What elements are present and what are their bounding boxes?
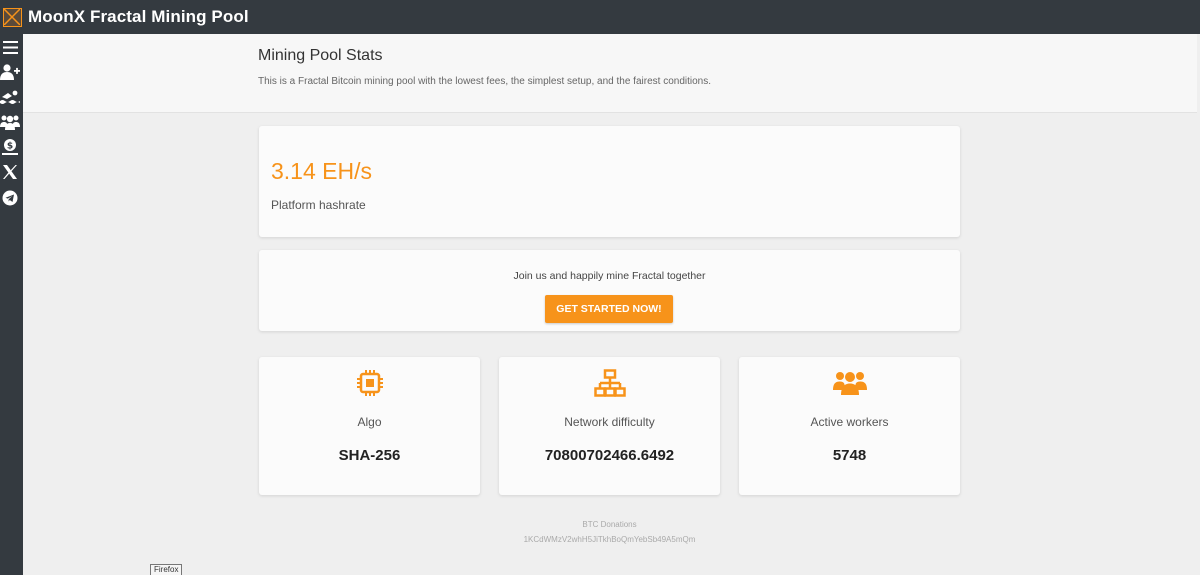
svg-text:$: $ [7, 142, 13, 152]
cpu-chip-icon [356, 370, 383, 396]
money-hand-icon[interactable]: $ [0, 137, 20, 157]
x-twitter-icon[interactable] [0, 162, 20, 182]
hashrate-card: 3.14 EH/s Platform hashrate [259, 126, 960, 237]
stat-card-active-workers: Active workers 5748 [739, 357, 960, 495]
hashrate-value: 3.14 EH/s [271, 158, 372, 184]
join-card: Join us and happily mine Fractal togethe… [259, 250, 960, 331]
donation-label: BTC Donations [582, 520, 637, 529]
tooltip: Firefox [150, 564, 183, 575]
donation-address[interactable]: 1KCdWMzV2whH5JiTkhBoQmYebSb49A5mQm [259, 535, 960, 544]
telegram-icon[interactable] [0, 188, 20, 208]
add-user-icon[interactable] [0, 62, 20, 82]
stat-card-algo: Algo SHA-256 [259, 357, 480, 495]
moonx-logo-icon[interactable] [3, 7, 22, 27]
users-icon[interactable] [0, 112, 20, 132]
stat-label: Algo [357, 415, 382, 429]
page-subtitle: This is a Fractal Bitcoin mining pool wi… [258, 76, 711, 87]
swimmer-icon[interactable] [0, 87, 20, 107]
top-bar: MoonX Fractal Mining Pool [0, 0, 1200, 34]
stat-value: 5748 [832, 447, 867, 464]
users-icon [832, 372, 867, 395]
join-text: Join us and happily mine Fractal togethe… [513, 270, 706, 282]
app-title[interactable]: MoonX Fractal Mining Pool [28, 7, 249, 27]
stat-value: 70800702466.6492 [544, 447, 675, 464]
get-started-button[interactable]: GET STARTED NOW! [545, 295, 673, 323]
menu-icon[interactable] [0, 37, 20, 57]
page-header [23, 34, 1197, 113]
hashrate-label: Platform hashrate [271, 198, 366, 212]
stat-card-network-difficulty: Network difficulty 70800702466.6492 [499, 357, 720, 495]
stat-label: Network difficulty [564, 415, 655, 429]
sidebar: $ [0, 34, 23, 575]
stat-label: Active workers [810, 415, 889, 429]
page-title: Mining Pool Stats [258, 47, 383, 64]
stat-value: SHA-256 [338, 447, 401, 464]
network-icon [593, 369, 626, 397]
